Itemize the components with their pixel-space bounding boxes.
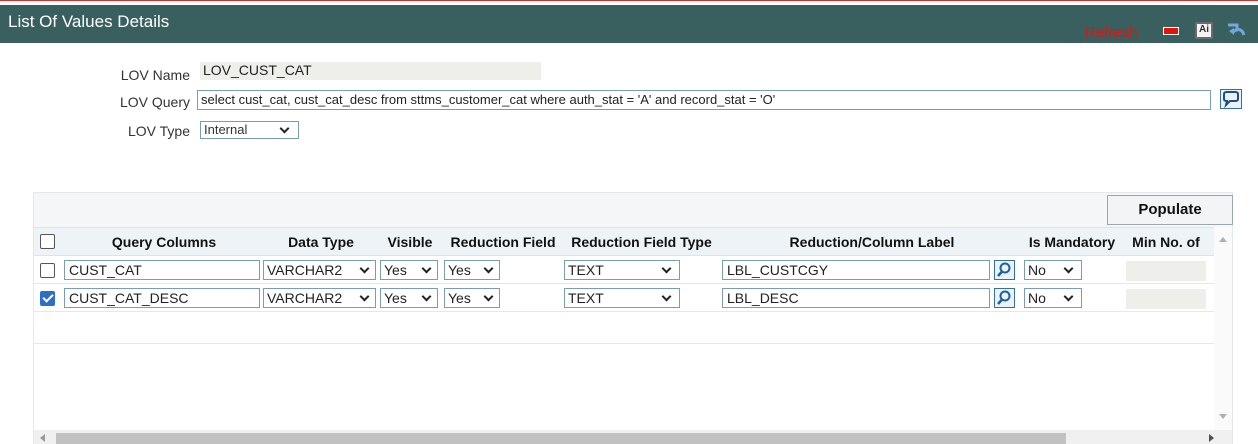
table-row: CUST_CAT VARCHAR2 Yes Yes TEXT LBL_CUSTC… — [34, 257, 1214, 284]
is-mandatory-select[interactable]: No — [1024, 260, 1082, 280]
is-mandatory-select[interactable]: No — [1024, 288, 1082, 308]
is-mandatory-value: No — [1028, 290, 1046, 306]
lov-query-input[interactable]: select cust_cat, cust_cat_desc from sttm… — [197, 90, 1211, 110]
lov-type-label: LOV Type — [127, 123, 190, 139]
scroll-right-icon[interactable] — [1209, 434, 1214, 442]
populate-button[interactable]: Populate — [1107, 195, 1233, 225]
min-no-of-field — [1126, 289, 1206, 309]
lov-type-value: Internal — [204, 122, 248, 137]
column-header: Is Mandatory — [1028, 234, 1116, 250]
column-header: Reduction/Column Label — [789, 234, 955, 250]
chevron-down-icon — [1063, 291, 1074, 302]
data-type-value: VARCHAR2 — [267, 290, 343, 306]
reduction-field-value: Yes — [448, 262, 471, 278]
vertical-scrollbar[interactable] — [1214, 227, 1232, 430]
data-type-select[interactable]: VARCHAR2 — [263, 288, 376, 308]
scroll-left-icon[interactable] — [40, 434, 45, 442]
minimize-icon[interactable] — [1163, 22, 1179, 38]
column-header: Min No. of — [1132, 234, 1200, 250]
chevron-down-icon — [483, 263, 494, 274]
query-column-input[interactable]: CUST_CAT — [64, 260, 260, 280]
reduction-field-type-value: TEXT — [568, 262, 604, 278]
grid-toolbar — [34, 193, 1232, 227]
column-label-input[interactable]: LBL_DESC — [722, 288, 990, 308]
scroll-up-icon[interactable] — [1219, 237, 1227, 242]
label-lookup-button[interactable] — [994, 288, 1015, 308]
lov-name-label: LOV Name — [120, 67, 190, 83]
lov-grid: Populate Query Columns Data Type Visible… — [33, 192, 1233, 444]
reduction-field-type-select[interactable]: TEXT — [564, 288, 680, 308]
query-popup-icon — [1223, 91, 1239, 109]
accessibility-icon[interactable]: Ai — [1195, 22, 1213, 39]
chevron-down-icon — [421, 291, 432, 302]
reduction-field-select[interactable]: Yes — [444, 260, 500, 280]
chevron-down-icon — [421, 263, 432, 274]
select-all-checkbox[interactable] — [40, 234, 55, 249]
chevron-down-icon — [359, 263, 370, 274]
visible-value: Yes — [384, 290, 407, 306]
lov-name-field: LOV_CUST_CAT — [200, 62, 541, 80]
title-bar: List Of Values Details Refresh Ai — [0, 5, 1258, 43]
reduction-field-select[interactable]: Yes — [444, 288, 500, 308]
column-label-input[interactable]: LBL_CUSTCGY — [722, 260, 990, 280]
query-editor-button[interactable] — [1220, 89, 1242, 109]
exit-icon[interactable] — [1225, 22, 1247, 40]
search-icon — [997, 262, 1011, 277]
row-divider — [34, 343, 1214, 344]
column-header: Data Type — [288, 234, 354, 250]
column-header: Query Columns — [111, 234, 217, 250]
chevron-down-icon — [359, 291, 370, 302]
row-checkbox[interactable] — [40, 263, 55, 278]
column-header: Reduction Field Type — [571, 234, 712, 250]
reduction-field-type-select[interactable]: TEXT — [564, 260, 680, 280]
reduction-field-value: Yes — [448, 290, 471, 306]
data-type-value: VARCHAR2 — [267, 262, 343, 278]
chevron-down-icon — [279, 123, 290, 134]
chevron-down-icon — [661, 263, 672, 274]
window-title: List Of Values Details — [8, 12, 170, 31]
chevron-down-icon — [661, 291, 672, 302]
chevron-down-icon — [1063, 263, 1074, 274]
reduction-field-type-value: TEXT — [568, 290, 604, 306]
lov-query-label: LOV Query — [119, 94, 190, 110]
table-row: CUST_CAT_DESC VARCHAR2 Yes Yes TEXT LBL_… — [34, 285, 1214, 312]
column-header: Reduction Field — [450, 234, 556, 250]
row-checkbox[interactable] — [40, 291, 55, 306]
query-column-input[interactable]: CUST_CAT_DESC — [64, 288, 260, 308]
chevron-down-icon — [483, 291, 494, 302]
visible-select[interactable]: Yes — [380, 288, 438, 308]
lov-type-select[interactable]: Internal — [200, 121, 299, 139]
search-icon — [997, 290, 1011, 305]
visible-select[interactable]: Yes — [380, 260, 438, 280]
column-header: Visible — [387, 234, 433, 250]
refresh-link[interactable]: Refresh — [1085, 24, 1138, 41]
label-lookup-button[interactable] — [994, 260, 1015, 280]
visible-value: Yes — [384, 262, 407, 278]
data-type-select[interactable]: VARCHAR2 — [263, 260, 376, 280]
is-mandatory-value: No — [1028, 262, 1046, 278]
horizontal-scroll-thumb[interactable] — [56, 433, 1066, 444]
min-no-of-field — [1126, 261, 1206, 281]
grid-header: Query Columns Data Type Visible Reductio… — [34, 227, 1214, 256]
scroll-down-icon[interactable] — [1219, 414, 1227, 419]
